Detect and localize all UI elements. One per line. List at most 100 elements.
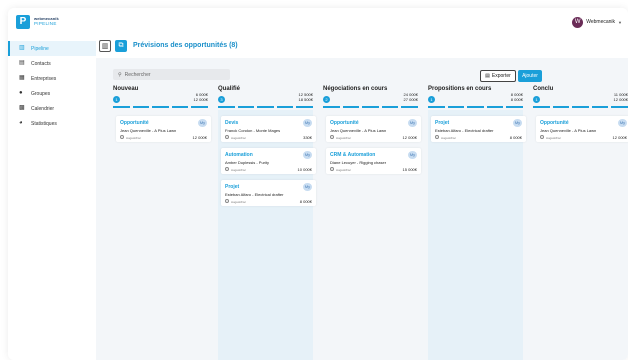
progress-segment — [447, 106, 465, 108]
user-name: Webmecanik — [586, 19, 616, 25]
export-button[interactable]: ▤ Exporter — [480, 70, 516, 82]
column-count-badge: 1 — [113, 96, 120, 103]
opportunity-card[interactable]: Projet My Esteban Alfaro - Electrical draf… — [221, 180, 316, 206]
owner-badge: My — [513, 119, 522, 127]
progress-segment — [362, 106, 379, 108]
progress-segment — [467, 106, 484, 108]
column-progress-bar — [218, 106, 313, 108]
sidebar-item-pipeline[interactable]: ▥ Pipeline — [8, 41, 96, 56]
pipeline-column: Conclu 1 11 000€ 12 000€ Opportunité My Jean Q… — [533, 86, 628, 360]
column-background — [113, 110, 208, 360]
column-background — [428, 110, 523, 360]
card-value: 10 000€ — [297, 167, 312, 172]
sidebar-item-contacts[interactable]: ▤ Contacts — [8, 56, 96, 71]
clock-icon — [330, 135, 334, 139]
pipeline-column: Qualifié 3 12 500€ 18 500€ Devis My Franck Con… — [218, 86, 316, 360]
card-date: August/Fsc — [126, 135, 142, 140]
clock-icon — [225, 199, 229, 203]
forecast-view-button[interactable]: ⧉ — [115, 40, 127, 52]
card-type: CRM & Automation — [330, 152, 376, 158]
card-date: August/Fsc — [231, 199, 247, 204]
column-total-amount: 27 000€ — [403, 97, 418, 102]
opportunity-card[interactable]: Opportunité My Jean Quenneville - A Plus L… — [116, 116, 211, 142]
sidebar-item-label: Statistiques — [31, 120, 57, 127]
top-bar: P webmecanik PIPELINE W Webmecanik ▼ — [8, 8, 628, 36]
card-contact: Jean Quenneville - A Plus Lawn — [540, 128, 597, 133]
board-view-button[interactable]: ▥ — [99, 40, 111, 52]
progress-segment — [257, 106, 274, 108]
card-contact: Franck Condon - Monte Mages — [225, 128, 281, 133]
chart-pie-icon: ◕ — [19, 120, 23, 126]
clock-icon — [540, 135, 544, 139]
progress-segment — [191, 106, 208, 108]
export-label: Exporter — [491, 73, 511, 79]
card-date: August/Fsc — [336, 167, 352, 172]
search-input[interactable]: ⚲ Rechercher — [113, 69, 230, 80]
add-button[interactable]: Ajouter — [518, 70, 542, 82]
progress-segment — [572, 106, 589, 108]
owner-badge: My — [303, 151, 312, 159]
opportunity-card[interactable]: CRM & Automation My Diane Lecuyer - Riggin… — [326, 148, 421, 174]
column-progress-bar — [323, 106, 418, 108]
file-icon: ▤ — [485, 73, 490, 79]
pipeline-column: Négociations en cours 2 24 000€ 27 000€ Oppo… — [323, 86, 421, 360]
card-contact: Jean Quenneville - A Plus Lawn — [120, 128, 177, 133]
column-count-badge: 3 — [218, 96, 225, 103]
owner-badge: My — [198, 119, 207, 127]
progress-segment — [486, 106, 504, 108]
card-value: 12 000€ — [402, 135, 417, 140]
card-value: 8 000€ — [299, 199, 312, 204]
card-date: August/Fsc — [546, 135, 562, 140]
column-title: Négociations en cours — [323, 86, 388, 92]
column-count-badge: 2 — [323, 96, 330, 103]
card-type: Automation — [225, 152, 253, 158]
column-title: Conclu — [533, 86, 554, 92]
card-type: Projet — [225, 184, 240, 190]
progress-segment — [132, 106, 150, 108]
building-icon: ▦ — [19, 75, 25, 81]
contact-card-icon: ▤ — [19, 60, 25, 66]
sidebar-item-statistiques[interactable]: ◕ Statistiques — [8, 116, 96, 131]
opportunity-card[interactable]: Automation My Amber Duplessis - Purity Augu… — [221, 148, 316, 174]
progress-segment — [552, 106, 570, 108]
user-menu[interactable]: W Webmecanik ▼ — [572, 16, 622, 28]
card-type: Devis — [225, 120, 239, 126]
progress-segment — [381, 106, 399, 108]
sidebar-item-label: Contacts — [31, 60, 51, 67]
opportunity-card[interactable]: Devis My Franck Condon - Monte Mages August… — [221, 116, 316, 142]
opportunity-card[interactable]: Projet My Esteban Alfaro - Electrical draf… — [431, 116, 526, 142]
progress-segment — [506, 106, 523, 108]
column-title: Qualifié — [218, 86, 241, 92]
card-contact: Diane Lecuyer - Rigging chaser — [330, 160, 387, 165]
sidebar: ▥ Pipeline ▤ Contacts ▦ Entreprises ● Gr… — [8, 36, 96, 360]
progress-segment — [171, 106, 189, 108]
column-title: Nouveau — [113, 86, 139, 92]
card-type: Opportunité — [120, 120, 149, 126]
sidebar-item-groupes[interactable]: ● Groupes — [8, 86, 96, 101]
card-value: 12 000€ — [612, 135, 627, 140]
sidebar-item-entreprises[interactable]: ▦ Entreprises — [8, 71, 96, 86]
progress-segment — [428, 106, 445, 108]
card-type: Projet — [435, 120, 450, 126]
card-type: Opportunité — [540, 120, 569, 126]
columns-icon: ▥ — [101, 43, 109, 50]
clock-icon — [330, 167, 334, 171]
avatar: W — [572, 16, 584, 28]
card-contact: Esteban Alfaro - Electrical drafter — [225, 192, 284, 197]
column-total-amount: 12 000€ — [193, 97, 208, 102]
card-value: 12 000€ — [192, 135, 207, 140]
card-value: 8 000€ — [509, 135, 522, 140]
column-title: Propositions en cours — [428, 86, 492, 92]
columns-icon: ▥ — [19, 45, 25, 51]
opportunity-card[interactable]: Opportunité My Jean Quenneville - A Plus L… — [536, 116, 628, 142]
column-count-badge: 1 — [428, 96, 435, 103]
opportunity-card[interactable]: Opportunité My Jean Quenneville - A Plus L… — [326, 116, 421, 142]
progress-segment — [611, 106, 628, 108]
sidebar-item-calendrier[interactable]: ▩ Calendrier — [8, 101, 96, 116]
card-date: August/Fsc — [441, 135, 457, 140]
column-total-amount: 12 000€ — [613, 97, 628, 102]
progress-segment — [218, 106, 235, 108]
pipeline-column: Propositions en cours 1 8 000€ 8 000€ Projet… — [428, 86, 526, 360]
owner-badge: My — [408, 119, 417, 127]
progress-segment — [342, 106, 360, 108]
